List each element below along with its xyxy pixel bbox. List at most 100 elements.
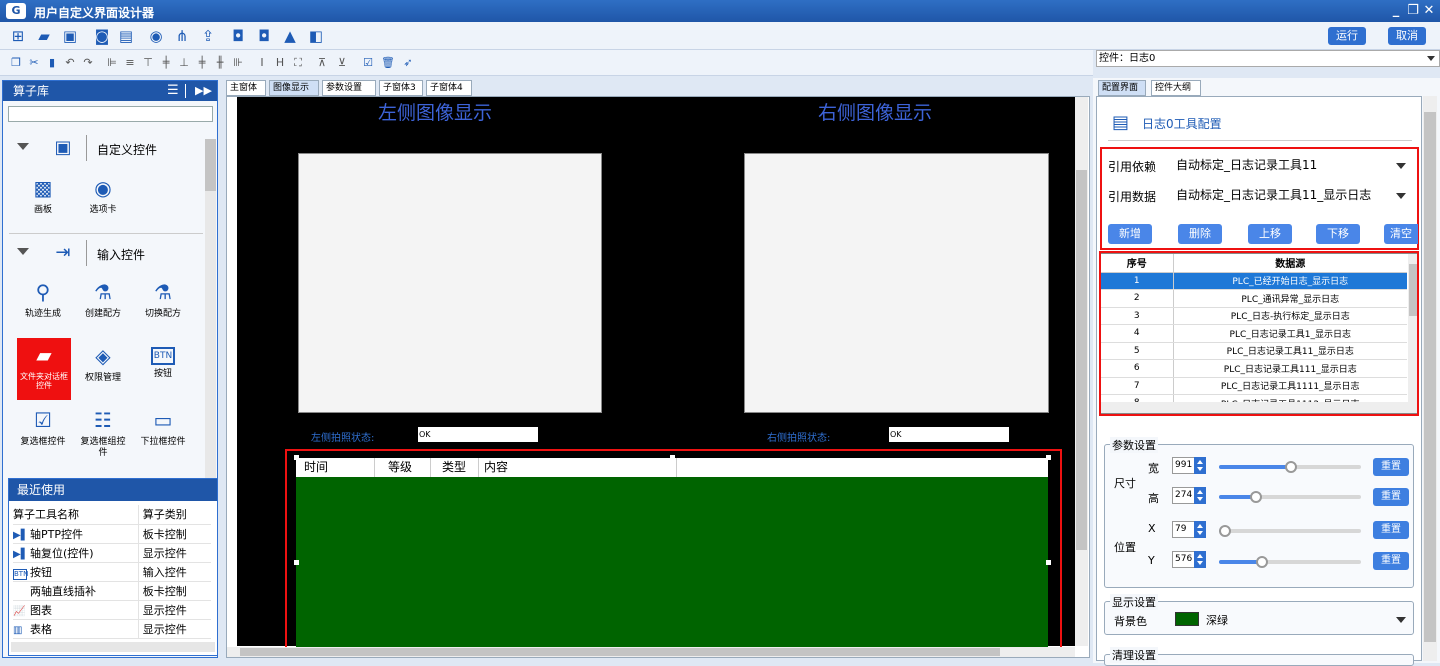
clear-button[interactable]: 清空 bbox=[1384, 224, 1418, 244]
open-folder-icon[interactable]: ▰ bbox=[34, 26, 54, 46]
tile-permission[interactable]: ◈ 权限管理 bbox=[75, 339, 131, 399]
align-left-icon[interactable]: ⊫ bbox=[104, 54, 120, 72]
run-button[interactable]: 运行 bbox=[1328, 27, 1366, 45]
tile-checkbox[interactable]: ☑ 复选框控件 bbox=[15, 403, 71, 463]
minimize-button[interactable]: _ bbox=[1388, 3, 1404, 19]
warning-icon[interactable]: ▲ bbox=[280, 26, 300, 46]
bring-front-icon[interactable]: ⊼ bbox=[314, 54, 330, 72]
canvas-hscrollbar-thumb[interactable] bbox=[240, 648, 1000, 656]
tab-config-ui[interactable]: 配置界面 bbox=[1098, 80, 1146, 96]
recent-row[interactable]: 两轴直线插补 板卡控制 bbox=[13, 581, 211, 601]
tile-switch-recipe[interactable]: ⚗ 切换配方 bbox=[135, 275, 191, 335]
operator-search-input[interactable] bbox=[8, 106, 213, 122]
tab-param-settings[interactable]: 参数设置 bbox=[322, 80, 376, 96]
right-status-value[interactable]: OK bbox=[889, 427, 1009, 442]
resize-handle[interactable] bbox=[294, 560, 299, 565]
undo-icon[interactable]: ↶ bbox=[62, 54, 78, 72]
camera-settings-icon[interactable]: ◘ bbox=[254, 26, 274, 46]
ref-data-select[interactable]: 自动标定_日志记录工具11_显示日志 bbox=[1172, 184, 1412, 206]
x-reset-button[interactable]: 重置 bbox=[1373, 521, 1409, 539]
upload-icon[interactable]: ⇪ bbox=[198, 26, 218, 46]
same-width-icon[interactable]: H bbox=[272, 54, 288, 72]
cancel-button[interactable]: 取消 bbox=[1388, 27, 1426, 45]
recent-row[interactable]: ▶▌ 轴PTP控件 板卡控制 bbox=[13, 524, 211, 544]
y-reset-button[interactable]: 重置 bbox=[1373, 552, 1409, 570]
y-slider[interactable] bbox=[1219, 556, 1361, 568]
category-input-controls[interactable]: ⇥ 输入控件 bbox=[11, 238, 191, 268]
new-icon[interactable]: ⊞ bbox=[8, 26, 28, 46]
toolbox-icon[interactable]: ◙ bbox=[92, 26, 112, 46]
align-right-icon[interactable]: ⊪ bbox=[230, 54, 246, 72]
tile-create-recipe[interactable]: ⚗ 创建配方 bbox=[75, 275, 131, 335]
camera-icon[interactable]: ◘ bbox=[228, 26, 248, 46]
recent-row[interactable]: ▶▌ 轴复位(控件) 显示控件 bbox=[13, 543, 211, 563]
paste-icon[interactable]: ▮ bbox=[44, 54, 60, 72]
cut-icon[interactable]: ✂ bbox=[26, 54, 42, 72]
category-custom-controls[interactable]: ▣ 自定义控件 bbox=[11, 133, 191, 163]
bg-color-select[interactable]: 深绿 bbox=[1172, 609, 1410, 629]
save-icon[interactable]: ▣ bbox=[60, 26, 80, 46]
tab-image-display[interactable]: 图像显示 bbox=[269, 80, 319, 96]
distribute-v-icon[interactable]: ╫ bbox=[212, 54, 228, 72]
recent-row[interactable]: BTN 按钮 输入控件 bbox=[13, 562, 211, 582]
tile-trajectory[interactable]: ⚲ 轨迹生成 bbox=[15, 275, 71, 335]
left-image-display[interactable] bbox=[298, 153, 602, 413]
height-slider-knob[interactable] bbox=[1249, 491, 1262, 503]
delete-icon[interactable]: 🗑 bbox=[380, 54, 396, 72]
tile-dropdown[interactable]: ▭ 下拉框控件 bbox=[135, 403, 191, 463]
recent-row[interactable]: 📈 图表 显示控件 bbox=[13, 600, 211, 620]
preview-eye-icon[interactable]: ◉ bbox=[146, 26, 166, 46]
y-spinner[interactable] bbox=[1194, 551, 1206, 568]
align-top-icon[interactable]: ⊤ bbox=[140, 54, 156, 72]
ref-dependency-select[interactable]: 自动标定_日志记录工具11 bbox=[1172, 154, 1412, 176]
move-down-button[interactable]: 下移 bbox=[1316, 224, 1360, 244]
resize-handle[interactable] bbox=[294, 455, 299, 460]
close-button[interactable]: ✕ bbox=[1421, 3, 1437, 19]
recent-row[interactable]: ▥ 表格 显示控件 bbox=[13, 619, 211, 639]
resize-handle[interactable] bbox=[1046, 560, 1051, 565]
height-spinner[interactable] bbox=[1194, 487, 1206, 504]
resize-handle[interactable] bbox=[1046, 455, 1051, 460]
tile-checkbox-group[interactable]: ☷ 复选框组控件 bbox=[75, 403, 131, 463]
delete-button[interactable]: 删除 bbox=[1178, 224, 1222, 244]
restore-button[interactable]: ❐ bbox=[1405, 3, 1421, 19]
tile-folder-dialog[interactable]: ▰ 文件夹对话框控件 bbox=[17, 338, 71, 400]
tile-drawing-board[interactable]: ▩ 画板 bbox=[15, 171, 71, 231]
resize-handle[interactable] bbox=[670, 455, 675, 460]
tab-control-outline[interactable]: 控件大纲 bbox=[1151, 80, 1201, 96]
page-icon[interactable]: ▤ bbox=[116, 26, 136, 46]
send-back-icon[interactable]: ⊻ bbox=[334, 54, 350, 72]
control-select[interactable]: 控件：日志0 bbox=[1096, 50, 1440, 67]
tab-subform3[interactable]: 子窗体3 bbox=[379, 80, 423, 96]
tile-button[interactable]: BTN 按钮 bbox=[135, 339, 191, 399]
add-button[interactable]: 新增 bbox=[1108, 224, 1152, 244]
config-vscrollbar-thumb[interactable] bbox=[1424, 112, 1436, 642]
align-center-icon[interactable]: ≡ bbox=[122, 54, 138, 72]
align-bottom-icon[interactable]: ⊥ bbox=[176, 54, 192, 72]
recent-hscrollbar[interactable] bbox=[11, 642, 215, 652]
copy-icon[interactable]: ❐ bbox=[8, 54, 24, 72]
library-scrollbar-thumb[interactable] bbox=[205, 139, 216, 191]
align-middle-icon[interactable]: ╪ bbox=[158, 54, 174, 72]
same-height-icon[interactable]: I bbox=[254, 54, 270, 72]
redo-icon[interactable]: ↷ bbox=[80, 54, 96, 72]
distribute-h-icon[interactable]: ╪ bbox=[194, 54, 210, 72]
width-slider[interactable] bbox=[1219, 461, 1361, 473]
width-reset-button[interactable]: 重置 bbox=[1373, 458, 1409, 476]
width-spinner[interactable] bbox=[1194, 457, 1206, 474]
canvas-vscrollbar-thumb[interactable] bbox=[1076, 170, 1087, 550]
check-icon[interactable]: ☑ bbox=[360, 54, 376, 72]
tab-main-form[interactable]: 主窗体 bbox=[226, 80, 266, 96]
tile-tabs[interactable]: ◉ 选项卡 bbox=[75, 171, 131, 231]
x-slider-knob[interactable] bbox=[1218, 525, 1231, 537]
share-icon[interactable]: ⋔ bbox=[172, 26, 192, 46]
y-slider-knob[interactable] bbox=[1255, 556, 1268, 568]
move-up-button[interactable]: 上移 bbox=[1248, 224, 1292, 244]
tab-subform4[interactable]: 子窗体4 bbox=[426, 80, 472, 96]
layout-icon[interactable]: ◧ bbox=[306, 26, 326, 46]
x-spinner[interactable] bbox=[1194, 521, 1206, 538]
x-slider[interactable] bbox=[1218, 525, 1361, 537]
right-image-display[interactable] bbox=[744, 153, 1049, 413]
menu-icon[interactable]: ☰ bbox=[167, 81, 179, 101]
left-status-value[interactable]: OK bbox=[418, 427, 538, 442]
